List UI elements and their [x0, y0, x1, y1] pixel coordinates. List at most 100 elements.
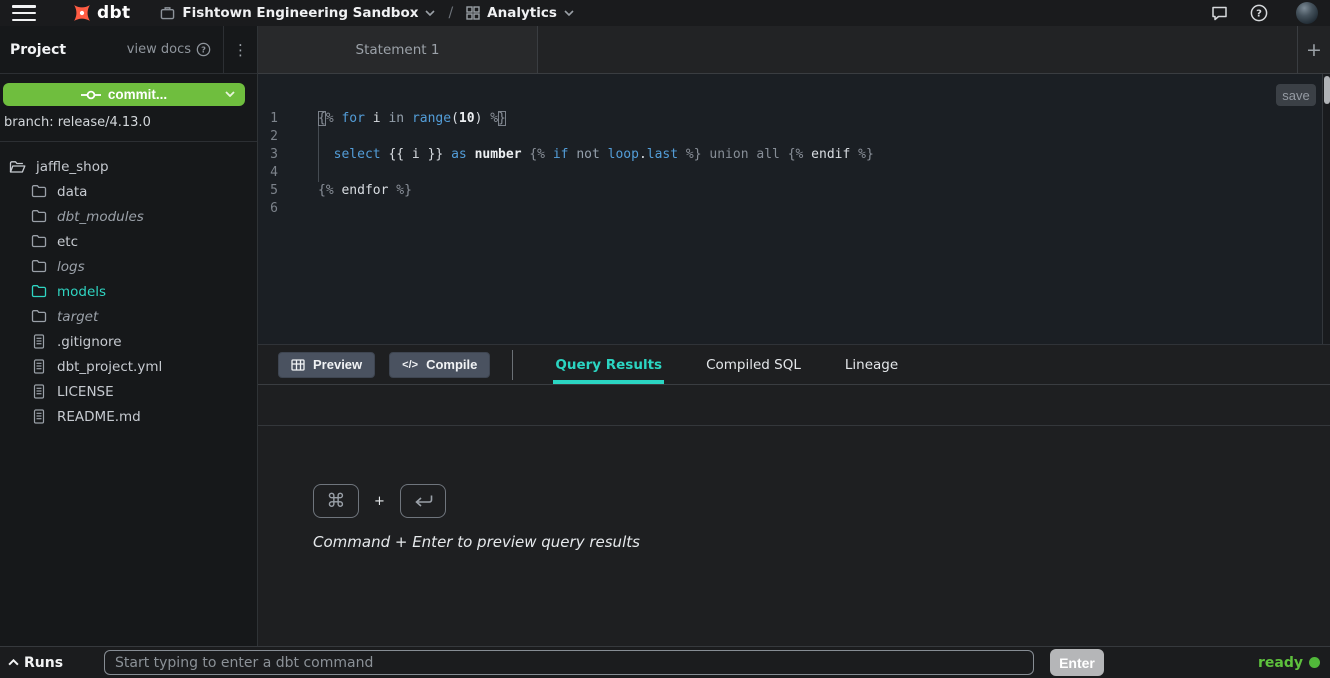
editor-scrollbar[interactable]: [1322, 74, 1330, 344]
command-input[interactable]: [104, 650, 1034, 675]
view-docs-label: view docs: [127, 42, 191, 57]
tree-item-models[interactable]: models: [0, 279, 257, 304]
git-commit-icon: [81, 89, 101, 101]
folder-icon: [30, 210, 47, 223]
tree-item-label: .gitignore: [57, 334, 122, 350]
line-number: 6: [258, 200, 294, 218]
tree-item-label: LICENSE: [57, 384, 114, 400]
branch-label: branch: release/4.13.0: [0, 106, 257, 142]
plus-symbol: +: [374, 494, 385, 509]
dbt-logo-icon: [70, 1, 94, 25]
code-line[interactable]: 3 select {{ i }} as number {% if not loo…: [258, 146, 1320, 164]
runs-toggle[interactable]: Runs: [8, 655, 104, 671]
chevron-up-icon: [8, 659, 19, 666]
chevron-down-icon: [225, 91, 235, 97]
line-number: 4: [258, 164, 294, 182]
tree-item-.gitignore[interactable]: .gitignore: [0, 329, 257, 354]
tab-lineage[interactable]: Lineage: [843, 345, 900, 384]
results-subheader: [258, 385, 1330, 426]
line-number: 5: [258, 182, 294, 200]
account-picker[interactable]: Analytics: [466, 5, 574, 21]
editor-tab-bar: Statement 1 +: [258, 26, 1330, 74]
tree-item-label: target: [57, 309, 98, 325]
tree-item-README.md[interactable]: README.md: [0, 404, 257, 429]
tree-item-etc[interactable]: etc: [0, 229, 257, 254]
scrollbar-thumb[interactable]: [1324, 76, 1330, 104]
compile-button-label: Compile: [426, 357, 477, 372]
code-line[interactable]: 5{% endfor %}: [258, 182, 1320, 200]
line-number: 1: [258, 110, 294, 128]
tree-item-label: dbt_project.yml: [57, 359, 162, 375]
chat-icon[interactable]: [1211, 5, 1228, 21]
tab-compiled-sql[interactable]: Compiled SQL: [704, 345, 803, 384]
line-number: 2: [258, 128, 294, 146]
compile-button[interactable]: </> Compile: [389, 352, 490, 378]
status-indicator: ready: [1258, 655, 1320, 671]
kebab-menu-icon[interactable]: ⋮: [223, 26, 257, 73]
empty-state-hint: Command + Enter to preview query results: [313, 533, 1330, 551]
sidebar-title: Project: [10, 42, 66, 58]
tree-item-LICENSE[interactable]: LICENSE: [0, 379, 257, 404]
tree-item-label: dbt_modules: [57, 209, 144, 225]
tree-item-label: logs: [57, 259, 85, 275]
enter-button[interactable]: Enter: [1050, 649, 1104, 676]
tree-item-target[interactable]: target: [0, 304, 257, 329]
tab-label: Query Results: [555, 357, 662, 373]
code-line[interactable]: 2: [258, 128, 1320, 146]
folder-icon: [30, 235, 47, 248]
tree-item-label: jaffle_shop: [36, 159, 109, 175]
top-bar: dbt Fishtown Engineering Sandbox / Analy…: [0, 0, 1330, 26]
code-line[interactable]: 6: [258, 200, 1320, 218]
user-avatar[interactable]: [1296, 2, 1318, 24]
code-area[interactable]: 1{% for i in range(10) %}23 select {{ i …: [258, 110, 1320, 218]
tree-item-label: etc: [57, 234, 78, 250]
breadcrumb-separator: /: [448, 5, 453, 21]
file-icon: [30, 384, 47, 399]
status-label: ready: [1258, 655, 1303, 671]
tree-item-jaffle_shop[interactable]: jaffle_shop: [0, 154, 257, 179]
save-button[interactable]: save: [1276, 84, 1316, 106]
runs-label: Runs: [24, 655, 63, 671]
preview-button-label: Preview: [313, 357, 362, 372]
preview-button[interactable]: Preview: [278, 352, 375, 378]
folder-open-icon: [9, 160, 26, 174]
tree-item-label: data: [57, 184, 87, 200]
code-line[interactable]: 4: [258, 164, 1320, 182]
code-editor[interactable]: save 1{% for i in range(10) %}23 select …: [258, 74, 1330, 345]
hamburger-menu-icon[interactable]: [12, 4, 36, 22]
svg-text:?: ?: [1256, 9, 1262, 20]
dbt-logo[interactable]: dbt: [70, 1, 130, 25]
tab-label: Compiled SQL: [706, 357, 801, 373]
project-picker[interactable]: Fishtown Engineering Sandbox: [160, 5, 435, 21]
file-tree: jaffle_shopdata dbt_modulesetc logs models t…: [0, 142, 257, 429]
tree-item-label: models: [57, 284, 106, 300]
folder-icon: [30, 285, 47, 298]
tree-item-data[interactable]: data: [0, 179, 257, 204]
tree-item-logs[interactable]: logs: [0, 254, 257, 279]
account-picker-label: Analytics: [487, 5, 557, 21]
file-icon: [30, 359, 47, 374]
command-key-icon: ⌘: [313, 484, 359, 518]
tab-label: Lineage: [845, 357, 898, 373]
results-panel: ⌘ + Command + Enter to preview query res…: [258, 426, 1330, 646]
new-tab-button[interactable]: +: [1297, 26, 1330, 73]
svg-text:?: ?: [201, 45, 206, 55]
help-icon[interactable]: ?: [1250, 4, 1268, 22]
folder-icon: [30, 185, 47, 198]
chevron-down-icon: [425, 10, 435, 16]
tab-query-results[interactable]: Query Results: [553, 345, 664, 384]
project-picker-label: Fishtown Engineering Sandbox: [182, 5, 418, 21]
line-number: 3: [258, 146, 294, 164]
code-line[interactable]: 1{% for i in range(10) %}: [258, 110, 1320, 128]
results-tabs: Query Results Compiled SQL Lineage: [553, 345, 900, 384]
file-icon: [30, 334, 47, 349]
tree-item-dbt_project.yml[interactable]: dbt_project.yml: [0, 354, 257, 379]
tree-item-dbt_modules[interactable]: dbt_modules: [0, 204, 257, 229]
commit-button[interactable]: commit...: [3, 83, 245, 106]
tab-statement-1[interactable]: Statement 1: [258, 26, 538, 73]
view-docs-link[interactable]: view docs ?: [127, 42, 211, 57]
toolbar-divider: [512, 350, 513, 380]
question-circle-icon: ?: [196, 42, 211, 57]
enter-key-icon: [400, 484, 446, 518]
tab-label: Statement 1: [356, 42, 440, 58]
